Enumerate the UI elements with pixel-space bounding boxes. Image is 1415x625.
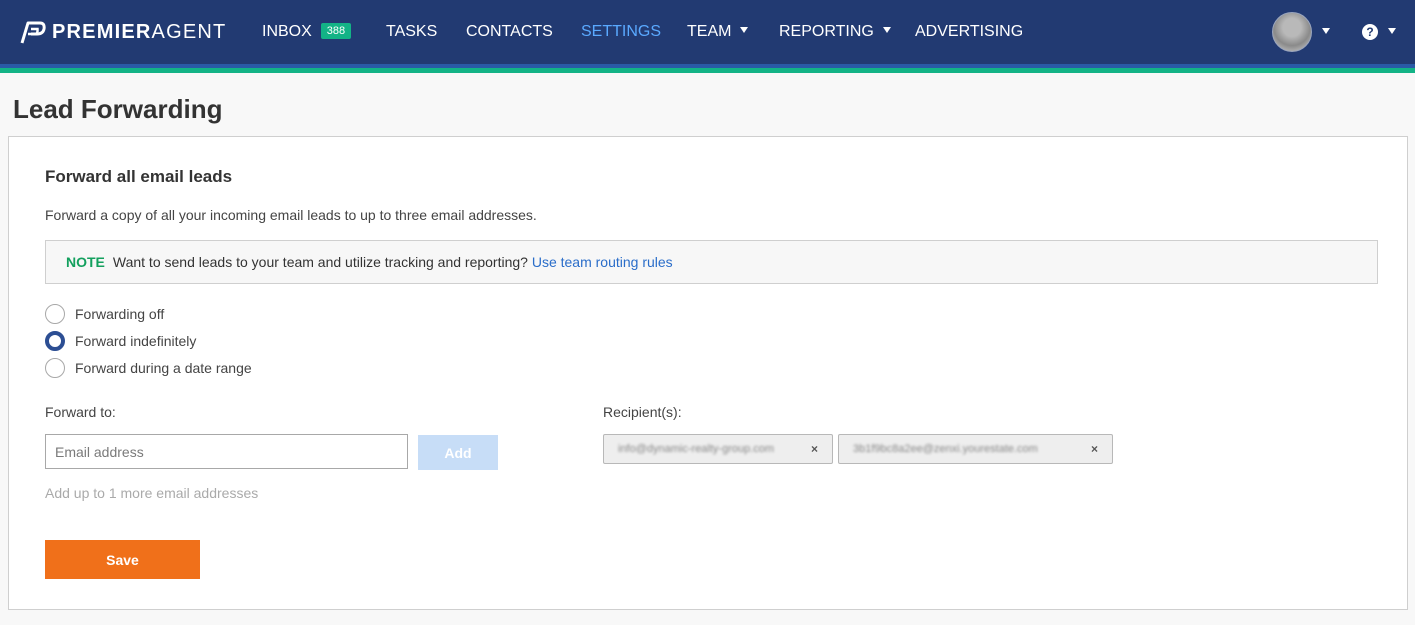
chevron-down-icon[interactable]	[1322, 28, 1330, 34]
save-button[interactable]: Save	[45, 540, 200, 579]
help-icon[interactable]: ?	[1362, 24, 1378, 40]
recipient-email: 3b1f9bc8a2ee@zenxi.yourestate.com	[853, 443, 1038, 455]
radio-forward-indefinitely[interactable]: Forward indefinitely	[45, 330, 196, 352]
user-avatar[interactable]	[1272, 12, 1312, 52]
email-address-input[interactable]	[45, 434, 408, 469]
nav-settings[interactable]: SETTINGS	[581, 22, 661, 42]
recipients-label: Recipient(s):	[603, 404, 682, 420]
close-icon[interactable]: ×	[811, 442, 818, 456]
add-button[interactable]: Add	[418, 435, 498, 470]
radio-forward-date-range[interactable]: Forward during a date range	[45, 357, 252, 379]
nav-inbox-label: INBOX	[262, 23, 312, 40]
brand-logo[interactable]: PREMIERAGENT	[18, 18, 226, 46]
team-routing-rules-link[interactable]: Use team routing rules	[532, 254, 673, 270]
nav-contacts[interactable]: CONTACTS	[466, 22, 553, 42]
radio-label: Forwarding off	[75, 306, 165, 322]
radio-button-checked[interactable]	[45, 331, 65, 351]
radio-label: Forward indefinitely	[75, 333, 197, 349]
recipient-chip: 3b1f9bc8a2ee@zenxi.yourestate.com ×	[838, 434, 1113, 464]
page-title: Lead Forwarding	[13, 94, 223, 124]
nav-advertising[interactable]: ADVERTISING	[915, 22, 1023, 42]
navbar-stripe-green	[0, 68, 1415, 73]
radio-label: Forward during a date range	[75, 360, 252, 376]
nav-reporting-label: REPORTING	[779, 23, 874, 40]
note-box: NOTE Want to send leads to your team and …	[45, 240, 1378, 284]
radio-forwarding-off[interactable]: Forwarding off	[45, 303, 164, 325]
forward-to-label: Forward to:	[45, 404, 116, 420]
radio-button[interactable]	[45, 358, 65, 378]
chevron-down-icon	[882, 27, 891, 33]
chevron-down-icon[interactable]	[1388, 28, 1396, 34]
recipient-email: info@dynamic-realty-group.com	[618, 443, 775, 455]
radio-button[interactable]	[45, 304, 65, 324]
recipient-chip: info@dynamic-realty-group.com ×	[603, 434, 833, 464]
nav-team[interactable]: TEAM	[687, 22, 749, 42]
close-icon[interactable]: ×	[1091, 442, 1098, 456]
nav-tasks[interactable]: TASKS	[386, 22, 437, 42]
brand-name: PREMIERAGENT	[52, 20, 227, 43]
nav-reporting[interactable]: REPORTING	[779, 22, 891, 42]
section-description: Forward a copy of all your incoming emai…	[45, 207, 537, 223]
premier-agent-logo-icon	[20, 21, 46, 44]
chevron-down-icon	[740, 27, 749, 33]
note-label: NOTE	[66, 254, 105, 270]
inbox-count-badge: 388	[320, 23, 352, 39]
note-text: Want to send leads to your team and util…	[112, 254, 528, 270]
section-title: Forward all email leads	[45, 167, 233, 186]
add-hint-text: Add up to 1 more email addresses	[45, 485, 259, 501]
nav-team-label: TEAM	[687, 23, 732, 40]
lead-forwarding-card: Forward all email leads Forward a copy o…	[8, 136, 1408, 610]
nav-inbox[interactable]: INBOX 388	[262, 22, 352, 42]
